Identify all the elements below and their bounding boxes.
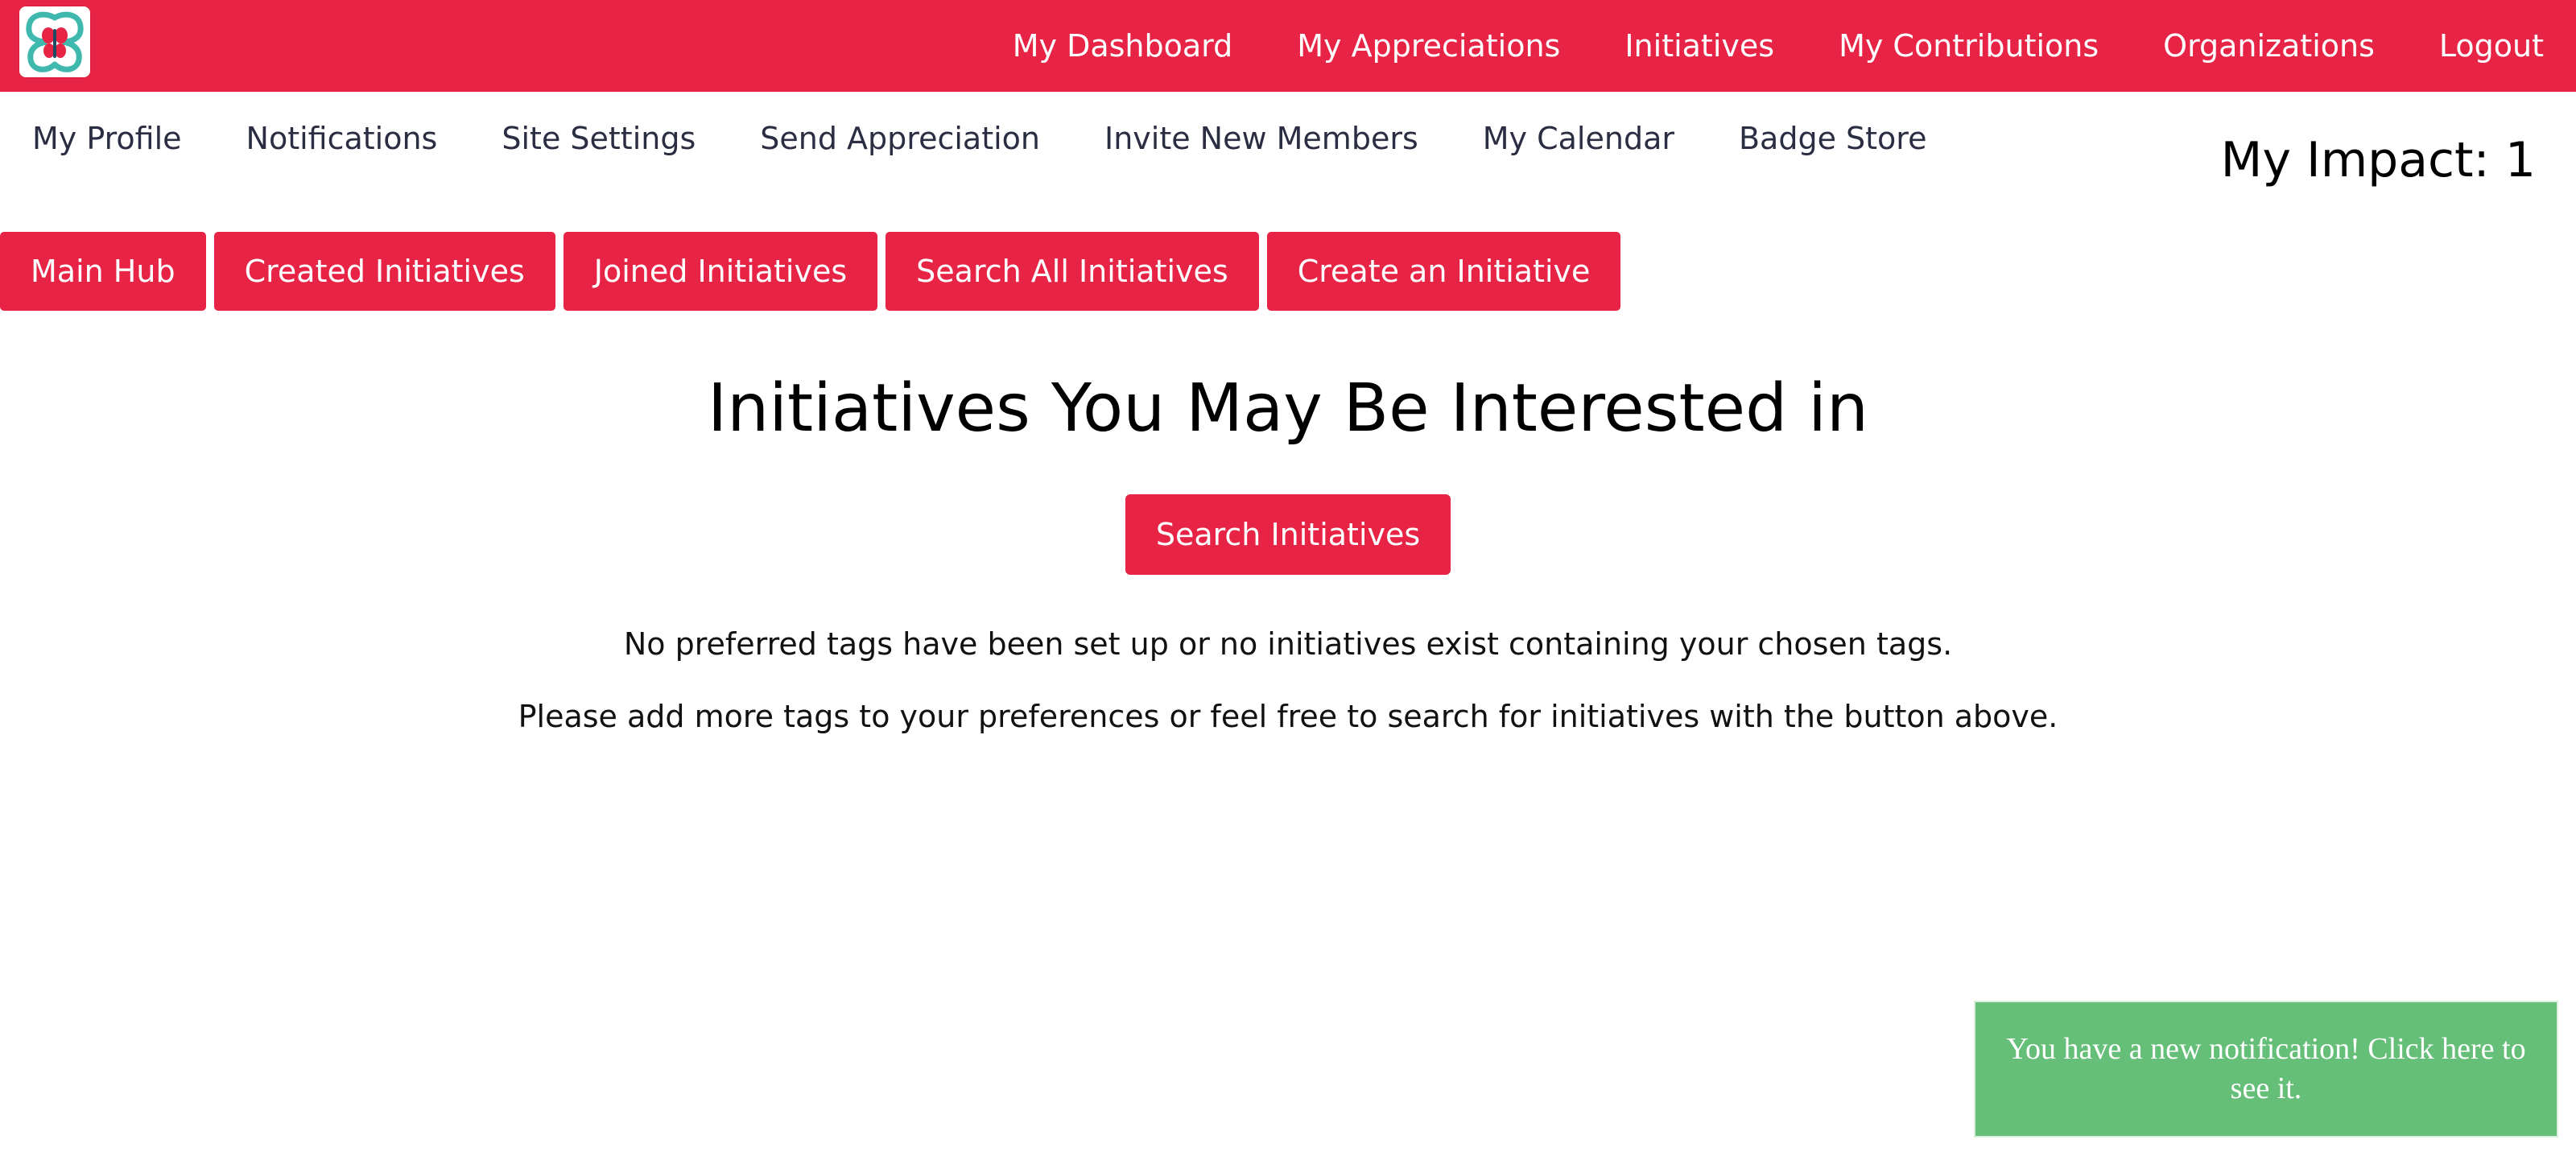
nav-initiatives[interactable]: Initiatives <box>1624 28 1774 64</box>
top-navbar: My Dashboard My Appreciations Initiative… <box>0 0 2576 92</box>
subnav-send-appreciation[interactable]: Send Appreciation <box>760 121 1040 156</box>
initiative-tabs: Main Hub Created Initiatives Joined Init… <box>0 232 1629 311</box>
notification-toast[interactable]: You have a new notification! Click here … <box>1974 1001 2558 1138</box>
empty-state-message: No preferred tags have been set up or no… <box>623 626 1953 662</box>
butterfly-logo-icon <box>26 11 84 72</box>
nav-organizations[interactable]: Organizations <box>2163 28 2375 64</box>
subnav-invite-new-members[interactable]: Invite New Members <box>1104 121 1418 156</box>
subnav-my-profile[interactable]: My Profile <box>32 121 182 156</box>
notification-toast-text: You have a new notification! Click here … <box>2006 1031 2526 1105</box>
search-initiatives-button[interactable]: Search Initiatives <box>1125 494 1451 575</box>
tab-search-all-initiatives[interactable]: Search All Initiatives <box>886 232 1259 311</box>
tab-create-initiative[interactable]: Create an Initiative <box>1266 232 1621 311</box>
subnav-notifications[interactable]: Notifications <box>246 121 438 156</box>
subnav-badge-store[interactable]: Badge Store <box>1739 121 1927 156</box>
empty-state-hint: Please add more tags to your preferences… <box>518 699 2058 734</box>
page-title: Initiatives You May Be Interested in <box>708 370 1868 447</box>
secondary-nav: My Profile Notifications Site Settings S… <box>0 121 1959 156</box>
subnav-my-calendar[interactable]: My Calendar <box>1483 121 1674 156</box>
tab-joined-initiatives[interactable]: Joined Initiatives <box>563 232 878 311</box>
top-nav-links: My Dashboard My Appreciations Initiative… <box>980 0 2576 92</box>
tab-main-hub[interactable]: Main Hub <box>0 232 206 311</box>
tab-created-initiatives[interactable]: Created Initiatives <box>213 232 555 311</box>
nav-my-contributions[interactable]: My Contributions <box>1839 28 2099 64</box>
search-button-wrapper: Search Initiatives <box>0 494 2576 575</box>
nav-my-appreciations[interactable]: My Appreciations <box>1297 28 1560 64</box>
subnav-site-settings[interactable]: Site Settings <box>502 121 696 156</box>
nav-my-dashboard[interactable]: My Dashboard <box>1013 28 1233 64</box>
impact-score: My Impact: 1 <box>2220 132 2536 188</box>
nav-logout[interactable]: Logout <box>2439 28 2544 64</box>
home-logo-link[interactable] <box>19 6 90 77</box>
